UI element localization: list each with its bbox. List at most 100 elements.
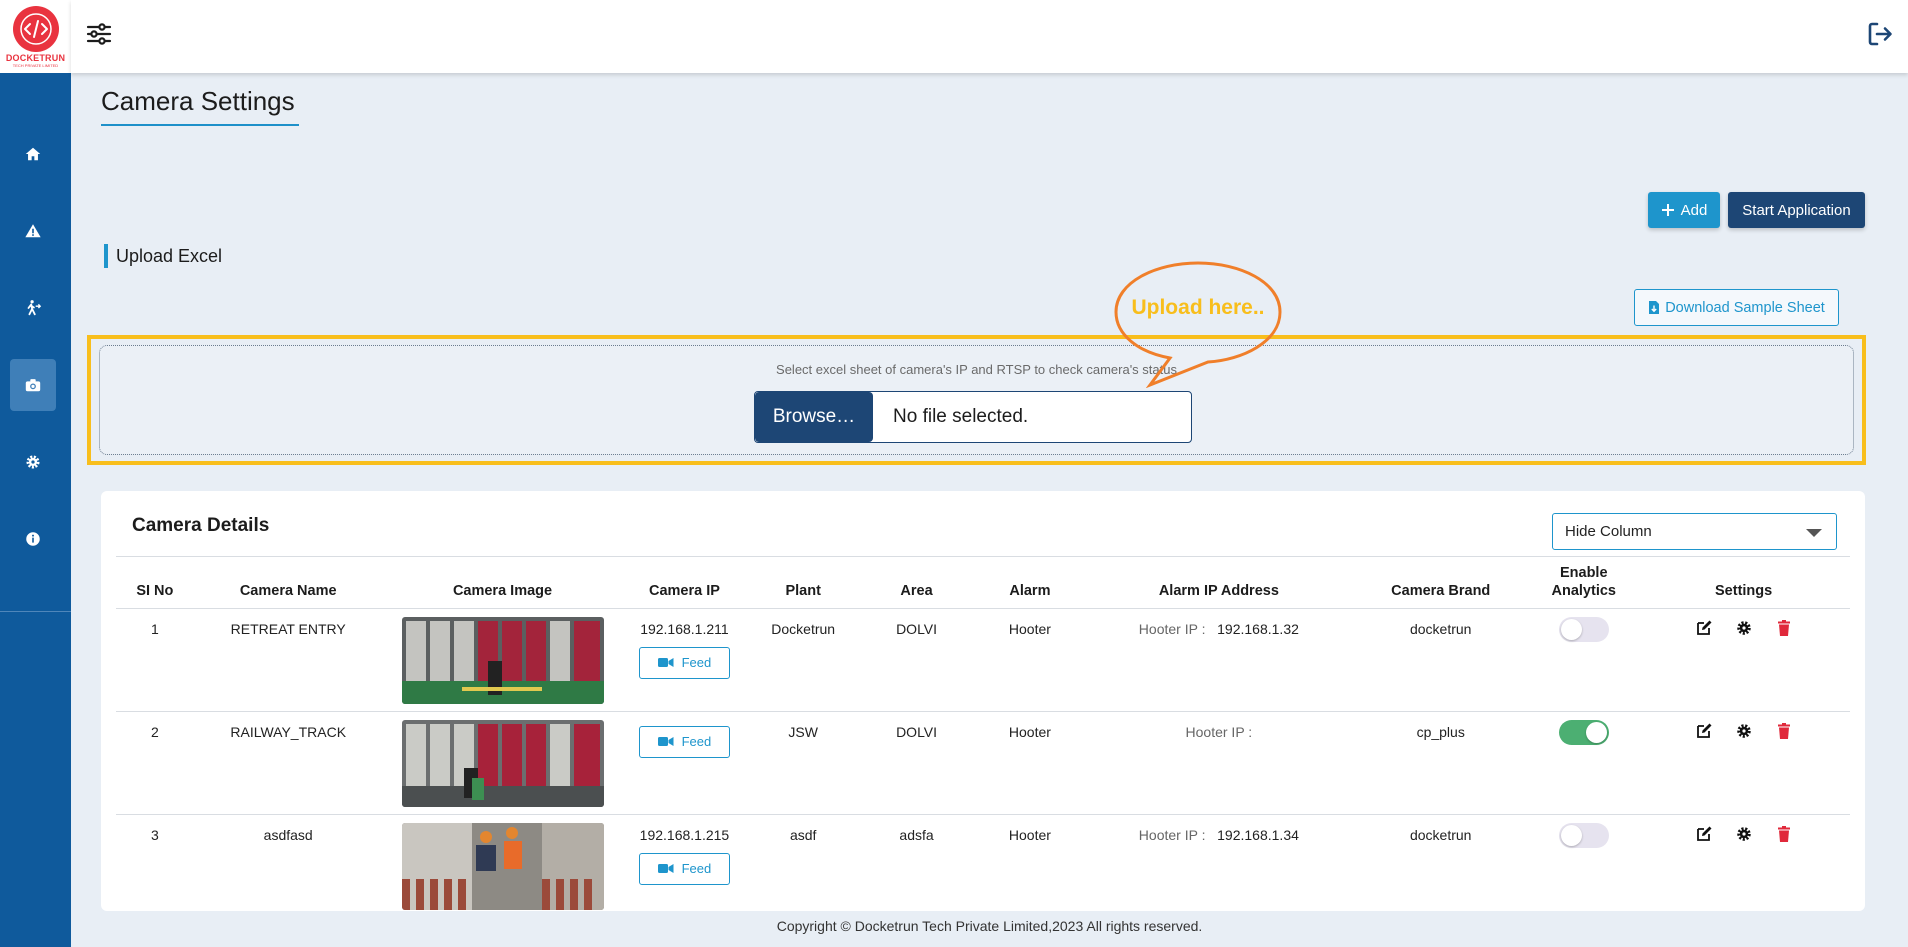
sliders-icon (86, 23, 112, 45)
logout-button[interactable] (1866, 20, 1894, 48)
column-header: Alarm IP Address (1158, 582, 1279, 599)
sidebar-item-home[interactable] (10, 128, 56, 180)
analytics-toggle[interactable] (1558, 616, 1609, 642)
hide-column-select[interactable]: Hide Column (1552, 513, 1837, 550)
home-icon (25, 147, 41, 161)
area-cell: DOLVI (859, 607, 974, 711)
column-header: Camera Brand (1391, 582, 1491, 599)
plant-cell: Docketrun (746, 607, 860, 711)
toggle-knob (1560, 824, 1582, 846)
si-cell: 3 (116, 813, 194, 911)
upload-callout-text: Upload here.. (1131, 296, 1265, 319)
video-camera-icon (657, 864, 674, 873)
hooter-ip-value: 192.168.1.32 (1217, 620, 1299, 637)
file-download-icon (1649, 301, 1660, 314)
start-application-button[interactable]: Start Application (1728, 192, 1865, 228)
camera-thumbnail[interactable] (401, 616, 604, 704)
trash-icon[interactable] (1775, 722, 1793, 740)
camera-image-cell (382, 710, 623, 814)
column-header: Area (900, 582, 933, 599)
add-button-label: Add (1680, 201, 1708, 219)
start-button-label: Start Application (1742, 201, 1851, 219)
info-icon (26, 532, 40, 546)
feed-label: Feed (681, 655, 712, 670)
upload-hint-text: Select excel sheet of camera's IP and RT… (776, 362, 1177, 377)
video-camera-icon (657, 737, 674, 746)
trash-icon[interactable] (1775, 619, 1793, 637)
column-header: Settings (1715, 582, 1773, 599)
brand-logo[interactable]: DOCKETRUN TECH PRIVATE LIMITED (0, 0, 71, 73)
camera-ip: 192.168.1.215 (639, 826, 730, 843)
si-cell: 1 (116, 607, 194, 711)
hooter-ip-label: Hooter IP : (1138, 620, 1206, 637)
sidebar-item-camera[interactable] (10, 359, 56, 411)
file-status-text: No file selected. (893, 406, 1029, 427)
analytics-toggle[interactable] (1558, 822, 1609, 848)
analytics-toggle[interactable] (1558, 719, 1609, 745)
camera-details-card: Camera Details Hide Column SI No Camera … (101, 491, 1865, 911)
alarm-ip-cell: Hooter IP : (1086, 710, 1352, 814)
camera-ip-cell: 192.168.1.215 Feed (622, 813, 747, 911)
feed-label: Feed (681, 861, 712, 876)
gear-icon[interactable] (1735, 619, 1753, 637)
edit-icon[interactable] (1695, 825, 1713, 843)
add-camera-button[interactable]: Add (1648, 192, 1720, 228)
feed-button[interactable]: Feed (638, 852, 730, 885)
feed-button[interactable]: Feed (638, 646, 730, 679)
gear-icon[interactable] (1735, 825, 1753, 843)
camera-thumbnail[interactable] (401, 719, 604, 807)
sidebar-item-activity[interactable] (10, 282, 56, 334)
camera-ip-cell: Feed (622, 710, 747, 814)
brand-name: DOCKETRUN (5, 52, 66, 63)
table-row: 1 RETREAT ENTRY 192.168.1.211 Feed Docke… (116, 607, 1850, 711)
edit-icon[interactable] (1695, 619, 1713, 637)
gear-icon[interactable] (1735, 722, 1753, 740)
chevron-down-icon (1806, 529, 1822, 537)
upload-callout-bubble (1114, 261, 1282, 388)
sidebar-item-settings[interactable] (10, 436, 56, 488)
excel-file-input[interactable]: Browse… No file selected. (754, 391, 1192, 443)
upload-highlight: Select excel sheet of camera's IP and RT… (87, 335, 1866, 465)
plus-icon (1661, 204, 1674, 216)
menu-toggle-button[interactable] (85, 20, 113, 48)
sidebar-item-info[interactable] (10, 513, 56, 565)
si-cell: 2 (116, 710, 194, 814)
feed-label: Feed (681, 734, 712, 749)
page-title: Camera Settings (101, 86, 295, 116)
toggle-knob (1585, 721, 1607, 743)
page-title-underline (101, 124, 299, 126)
download-sample-sheet-button[interactable]: Download Sample Sheet (1634, 289, 1839, 326)
column-header: Camera Image (452, 582, 553, 599)
sidebar-item-alerts[interactable] (10, 205, 56, 257)
logout-icon (1868, 22, 1892, 46)
feed-button[interactable]: Feed (638, 725, 730, 758)
column-header: Alarm (1009, 582, 1051, 599)
camera-brand-cell: docketrun (1351, 813, 1531, 911)
column-header: Plant (785, 582, 821, 599)
plant-cell: JSW (746, 710, 860, 814)
column-header: Enable Analytics (1551, 564, 1616, 599)
upload-dropzone[interactable]: Select excel sheet of camera's IP and RT… (99, 345, 1854, 455)
upload-excel-heading: Upload Excel (104, 244, 222, 268)
camera-ip-cell: 192.168.1.211 Feed (622, 607, 747, 711)
camera-image-cell (382, 607, 623, 711)
top-bar (71, 0, 1908, 73)
camera-thumbnail[interactable] (401, 822, 604, 910)
hide-column-label: Hide Column (1565, 523, 1652, 540)
hooter-ip-label: Hooter IP : (1185, 723, 1253, 740)
column-header: Camera IP (648, 582, 720, 599)
sample-button-label: Download Sample Sheet (1665, 299, 1825, 316)
trash-icon[interactable] (1775, 825, 1793, 843)
gear-icon (26, 455, 40, 469)
brand-tagline: TECH PRIVATE LIMITED (12, 62, 59, 68)
settings-cell (1637, 710, 1850, 814)
code-icon (12, 5, 59, 52)
video-camera-icon (657, 658, 674, 667)
camera-name-cell: asdfasd (193, 813, 383, 911)
plant-cell: asdf (746, 813, 860, 911)
table-header-row: SI No Camera Name Camera Image Camera IP… (116, 557, 1850, 608)
edit-icon[interactable] (1695, 722, 1713, 740)
browse-button[interactable]: Browse… (755, 392, 873, 442)
area-cell: adsfa (859, 813, 974, 911)
warning-icon (25, 224, 41, 238)
